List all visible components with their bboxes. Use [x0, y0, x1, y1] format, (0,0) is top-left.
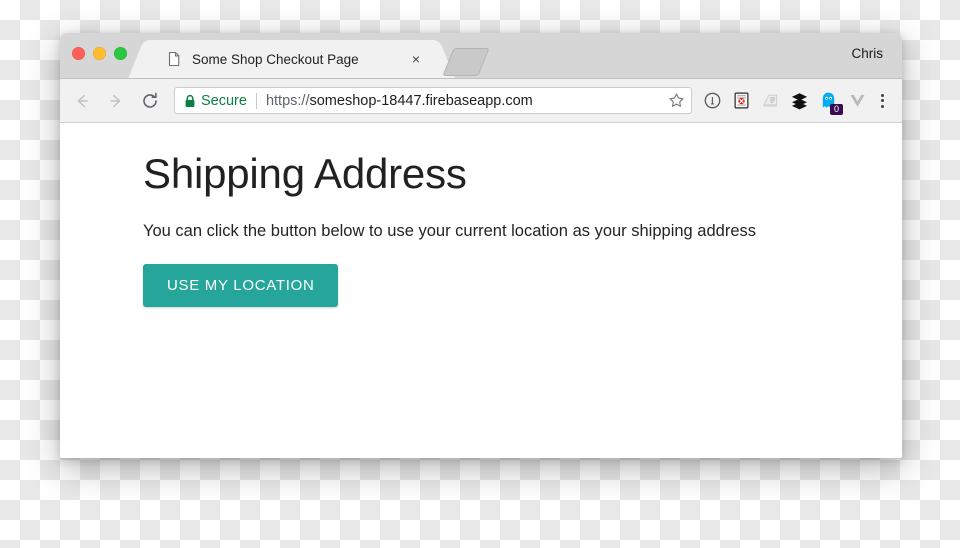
url-scheme: https://: [265, 92, 310, 109]
tab-title: Some Shop Checkout Page: [192, 51, 359, 67]
vue-devtools-icon[interactable]: [846, 90, 868, 112]
url-host: someshop-18447.firebaseapp.com: [309, 92, 533, 109]
info-circle-icon[interactable]: [701, 90, 723, 112]
profile-name[interactable]: Chris: [851, 46, 883, 61]
extension-icon-bar: 0: [701, 90, 868, 115]
page-viewport: Shipping Address You can click the butto…: [60, 123, 902, 458]
ghostery-icon[interactable]: 0: [817, 90, 843, 115]
browser-toolbar: Secure https://someshop-18447.firebaseap…: [60, 79, 902, 123]
three-dots-menu-icon[interactable]: [872, 90, 892, 112]
url-text: https://someshop-18447.firebaseapp.com: [266, 93, 662, 109]
page-title: Shipping Address: [143, 150, 467, 197]
use-my-location-button[interactable]: USE MY LOCATION: [143, 263, 339, 307]
browser-tab-active[interactable]: Some Shop Checkout Page ×: [150, 40, 433, 78]
title-tab-bar: Some Shop Checkout Page × Chris: [60, 33, 902, 79]
star-icon[interactable]: [668, 92, 685, 109]
lock-icon: [184, 94, 196, 108]
close-tab-button[interactable]: ×: [407, 50, 425, 68]
reader-list-icon[interactable]: [759, 90, 781, 112]
close-window-button[interactable]: [72, 47, 85, 60]
arrow-left-icon[interactable]: [68, 87, 96, 115]
reload-icon[interactable]: [136, 87, 164, 115]
address-bar[interactable]: Secure https://someshop-18447.firebaseap…: [174, 87, 692, 114]
browser-window: Some Shop Checkout Page × Chris Secure h…: [60, 33, 902, 458]
blocked-page-icon[interactable]: [730, 90, 752, 112]
omnibox-divider: [255, 92, 257, 109]
security-status-label: Secure: [201, 92, 247, 109]
page-icon: [166, 51, 182, 67]
layers-icon[interactable]: [788, 90, 810, 112]
page-description: You can click the button below to use yo…: [143, 222, 757, 241]
minimize-window-button[interactable]: [93, 47, 106, 60]
arrow-right-icon[interactable]: [102, 87, 130, 115]
ghostery-badge-count: 0: [830, 103, 843, 115]
new-tab-button[interactable]: [442, 48, 490, 76]
maximize-window-button[interactable]: [114, 47, 127, 60]
window-controls: [72, 47, 127, 60]
